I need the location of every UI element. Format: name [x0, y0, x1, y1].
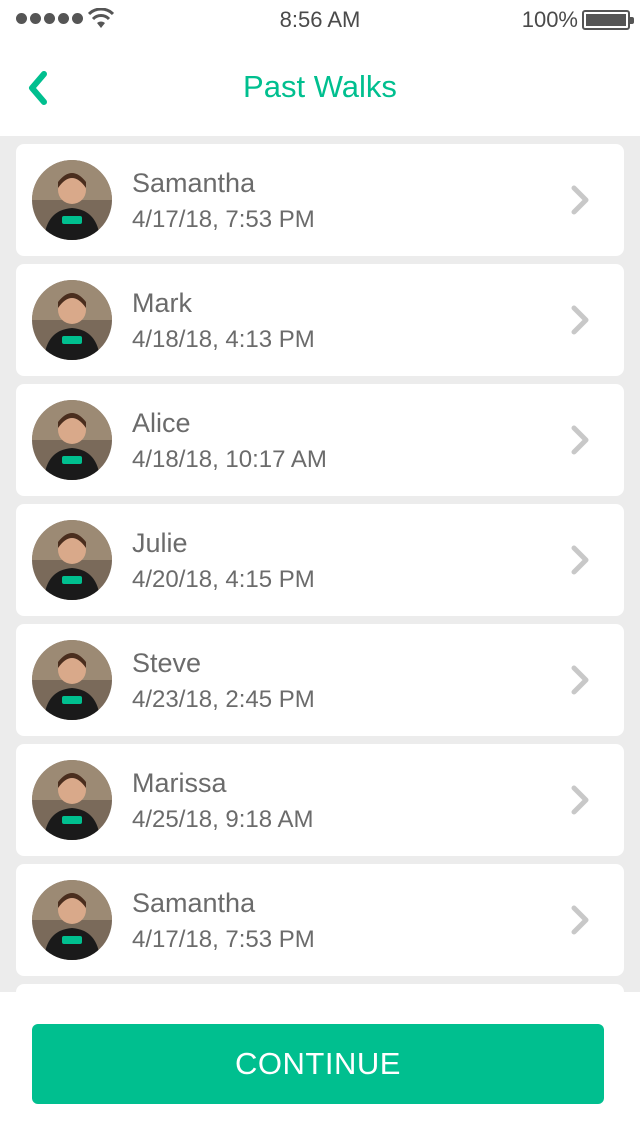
chevron-right-icon	[571, 305, 589, 335]
chevron-right-icon	[571, 545, 589, 575]
list-item[interactable]: Julie 4/20/18, 4:15 PM	[16, 504, 624, 616]
chevron-right-icon	[571, 905, 589, 935]
walk-date: 4/25/18, 9:18 AM	[132, 806, 314, 833]
walker-name: Samantha	[132, 168, 256, 198]
chevron-right-icon	[571, 785, 589, 815]
list-item[interactable]: Alice 4/18/18, 10:17 AM	[16, 384, 624, 496]
avatar	[32, 280, 112, 360]
avatar	[32, 640, 112, 720]
avatar	[32, 160, 112, 240]
avatar	[32, 760, 112, 840]
list-item[interactable]: Samantha 4/17/18, 7:53 PM	[16, 864, 624, 976]
walker-name: Mark	[132, 288, 192, 318]
walk-date: 4/20/18, 4:15 PM	[132, 566, 315, 593]
list-item[interactable]: Steve 4/23/18, 2:45 PM	[16, 624, 624, 736]
walk-date: 4/17/18, 7:53 PM	[132, 926, 315, 953]
page-title: Past Walks	[243, 69, 397, 104]
chevron-right-icon	[571, 665, 589, 695]
chevron-right-icon	[571, 425, 589, 455]
walker-name: Steve	[132, 648, 202, 678]
walker-name: Samantha	[132, 888, 256, 918]
walker-name: Julie	[132, 528, 188, 558]
avatar	[32, 880, 112, 960]
walk-date: 4/18/18, 4:13 PM	[132, 326, 315, 353]
past-walks-list: Samantha 4/17/18, 7:53 PM Mark 4/18/18, …	[16, 144, 624, 984]
past-walks-screen: 8:56 AM 100% Past Walks Samantha 4/17/18…	[0, 0, 640, 1136]
navigation-bar: Past Walks	[0, 40, 640, 136]
avatar	[32, 520, 112, 600]
battery-percentage: 100%	[521, 7, 578, 32]
avatar	[32, 400, 112, 480]
battery-icon	[582, 10, 634, 30]
footer: CONTINUE	[0, 992, 640, 1136]
chevron-right-icon	[571, 185, 589, 215]
list-item[interactable]: Marissa 4/25/18, 9:18 AM	[16, 744, 624, 856]
walk-date: 4/17/18, 7:53 PM	[132, 206, 315, 233]
continue-button[interactable]: CONTINUE	[32, 1024, 604, 1104]
list-item[interactable]: Mark 4/18/18, 4:13 PM	[16, 264, 624, 376]
walk-date: 4/23/18, 2:45 PM	[132, 686, 315, 713]
walker-name: Alice	[132, 408, 191, 438]
status-bar: 8:56 AM 100%	[0, 0, 640, 40]
walker-name: Marissa	[132, 768, 227, 798]
list-item[interactable]: Samantha 4/17/18, 7:53 PM	[16, 144, 624, 256]
walk-date: 4/18/18, 10:17 AM	[132, 446, 327, 473]
